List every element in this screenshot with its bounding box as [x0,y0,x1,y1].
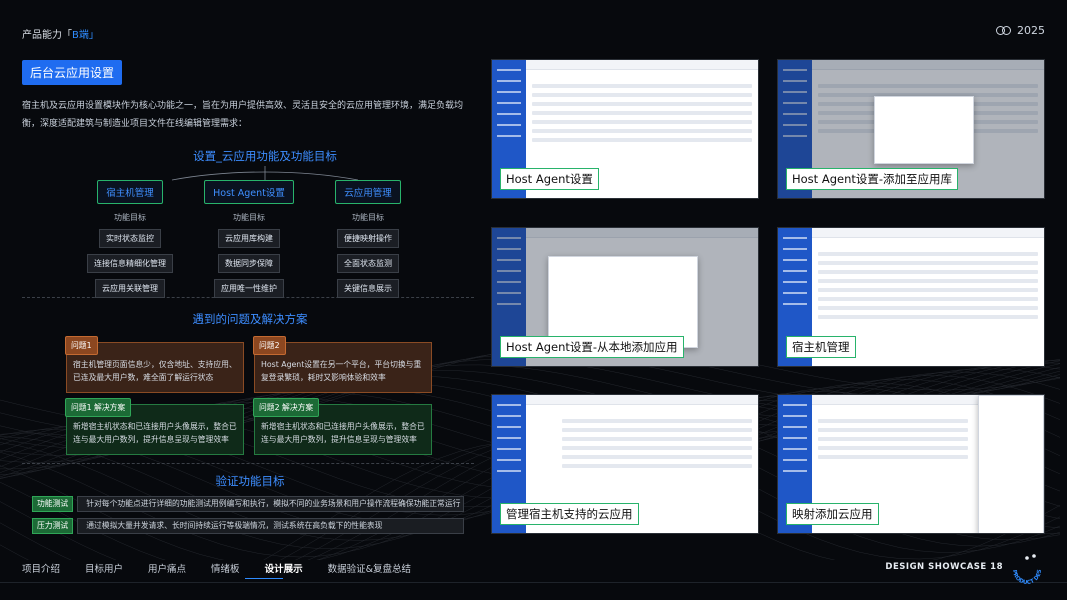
tree-goal-chip: 关键信息展示 [337,279,399,298]
nav-item-design-showcase[interactable]: 设计展示 [265,561,303,575]
app-toolbar [526,228,758,238]
screenshot-caption: Host Agent设置 [500,168,599,190]
section-title: 后台云应用设置 [22,60,123,85]
problem-text: Host Agent设置在另一个平台，平台切换与重复登录繁琐，耗时又影响体验和效… [261,360,422,382]
brand-label: 产品能力「B端」 [22,26,99,41]
tree-goal-chip: 全面状态监测 [337,254,399,273]
tree-column-host-management: 宿主机管理 功能目标 实时状态监控 连接信息精细化管理 云应用关联管理 [70,180,190,298]
svg-text:PRODUCT DESIGN: PRODUCT DESIGN [1007,550,1043,586]
screenshot-host-management: 宿主机管理 [777,227,1045,367]
problem-text: 宿主机管理页面信息少，仅含地址、支持应用、已连及最大用户数，难全面了解运行状态 [73,360,237,382]
footer-divider [0,582,1067,583]
screenshot-caption: 映射添加云应用 [786,503,879,525]
brand-accent: B端 [72,30,89,41]
table-rows [532,84,752,147]
intro-text: 宿主机及云应用设置模块作为核心功能之一，旨在为用户提供高效、灵活且安全的云应用管… [22,101,464,129]
section-divider [22,463,474,464]
solution-text: 新增宿主机状态和已连接用户头像展示，整合已连与最大用户数列，提升信息呈现与管理效… [73,422,237,444]
table-rows [818,419,968,464]
table-rows [818,252,1038,324]
screenshot-supported-apps: 管理宿主机支持的云应用 [491,394,759,534]
verify-row: 功能测试 针对每个功能点进行详细的功能测试用例编写和执行，模拟不同的业务场景和用… [32,496,464,512]
problem-label: 问题1 [65,336,98,355]
screenshot-caption: Host Agent设置-添加至应用库 [786,168,959,190]
app-toolbar [812,60,1044,70]
nav-active-indicator [245,578,283,579]
screenshot-host-agent-settings: Host Agent设置 [491,59,759,199]
tree-goal-chip: 实时状态监控 [99,229,161,248]
problem-card: 问题1 宿主机管理页面信息少，仅含地址、支持应用、已连及最大用户数，难全面了解运… [65,336,244,393]
verify-row: 压力测试 通过模拟大量并发请求、长时间持续运行等极端情况，测试系统在高负载下的性… [32,518,464,534]
verify-tag: 压力测试 [32,518,74,534]
bottom-nav: 项目介绍 目标用户 用户痛点 情绪板 设计展示 数据验证&复盘总结 [22,561,411,575]
screenshot-caption: Host Agent设置-从本地添加应用 [500,336,684,358]
problems-title: 遇到的问题及解决方案 [192,312,308,326]
problem-card: 问题2 Host Agent设置在另一个平台，平台切换与重复登录繁琐，耗时又影响… [253,336,432,393]
nav-item-intro[interactable]: 项目介绍 [22,561,60,575]
year-logo: 2025 [996,24,1045,37]
year-text: 2025 [1017,24,1045,37]
file-picker-dialog [548,256,698,348]
tree-head: 宿主机管理 [97,180,163,204]
solution-card: 问题1 解决方案 新增宿主机状态和已连接用户头像展示，整合已连与最大用户数列，提… [65,398,244,455]
solution-card: 问题2 解决方案 新增宿主机状态和已连接用户头像展示，整合已连与最大用户数列，提… [253,398,432,455]
rings-icon [996,26,1011,35]
solution-label: 问题1 解决方案 [65,398,132,417]
tree-head: Host Agent设置 [204,180,294,204]
nav-item-pain-points[interactable]: 用户痛点 [148,561,186,575]
verify-desc: 通过模拟大量并发请求、长时间持续运行等极端情况，测试系统在高负载下的性能表现 [77,518,464,534]
product-design-badge-icon: PRODUCT DESIGN [1007,550,1043,586]
nav-item-data-verification[interactable]: 数据验证&复盘总结 [328,561,411,575]
problem-label: 问题2 [253,336,286,355]
section-divider [22,297,474,298]
tree-subtitle: 功能目标 [233,213,265,222]
screenshot-add-to-library: Host Agent设置-添加至应用库 [777,59,1045,199]
badge-text: PRODUCT DESIGN [1007,550,1043,586]
screenshot-add-from-local: Host Agent设置-从本地添加应用 [491,227,759,367]
tree-goal-chip: 云应用关联管理 [95,279,165,298]
verify-title: 验证功能目标 [215,474,285,488]
tree-subtitle: 功能目标 [352,213,384,222]
screenshot-caption: 宿主机管理 [786,336,856,358]
screenshot-map-add-app: 映射添加云应用 [777,394,1045,534]
table-rows [562,419,752,473]
showcase-label: DESIGN SHOWCASE 18 [885,562,1003,572]
feature-tree-title: 设置_云应用功能及功能目标 [193,149,337,163]
tree-head: 云应用管理 [335,180,401,204]
verify-tag: 功能测试 [32,496,74,512]
tree-goal-chip: 连接信息精细化管理 [87,254,173,273]
tree-goal-chip: 便捷映射操作 [337,229,399,248]
nav-item-target-users[interactable]: 目标用户 [85,561,123,575]
tree-goal-chip: 云应用库构建 [218,229,280,248]
app-toolbar [526,395,758,405]
tree-subtitle: 功能目标 [114,213,146,222]
app-toolbar [812,228,1044,238]
add-dialog [874,96,974,164]
side-drawer [978,395,1044,533]
solution-label: 问题2 解决方案 [253,398,320,417]
tree-goal-chip: 应用唯一性维护 [214,279,284,298]
tree-column-cloud-app: 云应用管理 功能目标 便捷映射操作 全面状态监测 关键信息展示 [308,180,428,298]
tree-column-host-agent: Host Agent设置 功能目标 云应用库构建 数据同步保障 应用唯一性维护 [189,180,309,298]
brand-prefix: 产品能力「 [22,30,72,41]
tree-goal-chip: 数据同步保障 [218,254,280,273]
solution-text: 新增宿主机状态和已连接用户头像展示，整合已连与最大用户数列，提升信息呈现与管理效… [261,422,425,444]
brand-suffix: 」 [88,30,99,41]
app-toolbar [526,60,758,70]
verify-desc: 针对每个功能点进行详细的功能测试用例编写和执行，模拟不同的业务场景和用户操作流程… [77,496,464,512]
nav-item-moodboard[interactable]: 情绪板 [211,561,240,575]
screenshot-caption: 管理宿主机支持的云应用 [500,503,639,525]
